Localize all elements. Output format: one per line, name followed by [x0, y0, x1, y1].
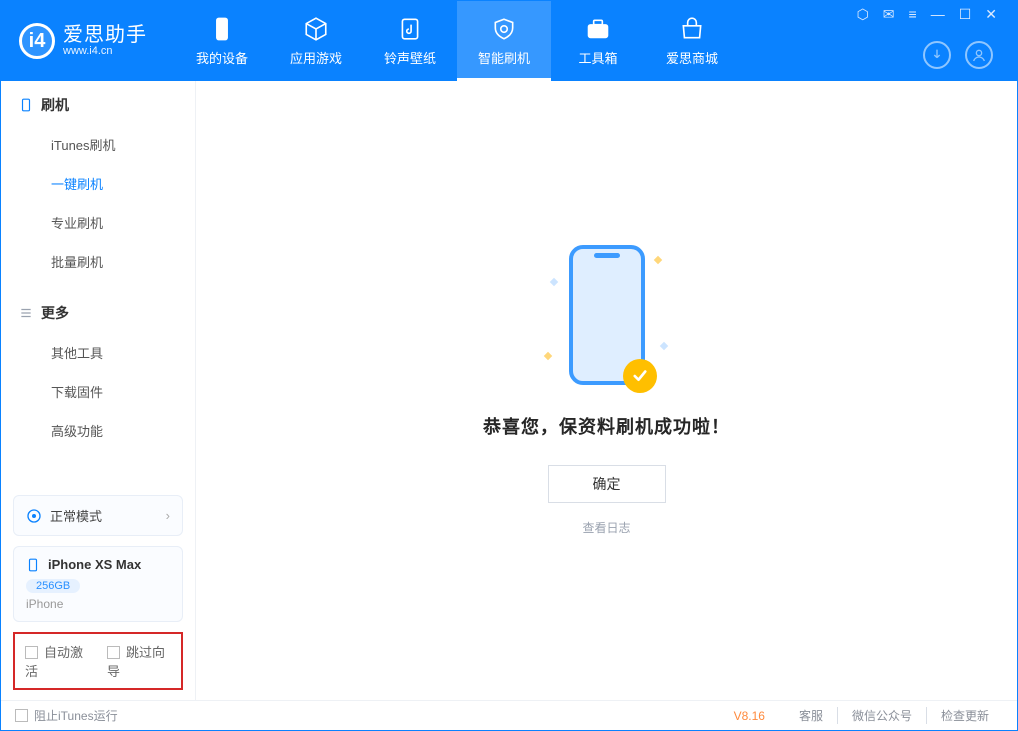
footer-link-update[interactable]: 检查更新 — [926, 707, 1003, 724]
phone-icon — [208, 15, 236, 43]
tab-label: 工具箱 — [578, 48, 617, 67]
cube-icon — [302, 15, 330, 43]
app-name: 爱思助手 — [63, 25, 147, 45]
menu-icon[interactable]: ≡ — [909, 7, 917, 21]
sidebar-item-oneclick-flash[interactable]: 一键刷机 — [1, 164, 195, 203]
device-type: iPhone — [26, 597, 170, 611]
device-card[interactable]: iPhone XS Max 256GB iPhone — [13, 546, 183, 622]
maximize-icon[interactable]: ☐ — [959, 7, 972, 21]
music-file-icon — [396, 15, 424, 43]
sidebar-item-batch-flash[interactable]: 批量刷机 — [1, 242, 195, 281]
checkbox-auto-activate[interactable]: 自动激活 — [25, 642, 89, 680]
app-url: www.i4.cn — [63, 45, 147, 57]
sidebar-group-flash: 刷机 — [1, 81, 195, 125]
footer-link-support[interactable]: 客服 — [785, 707, 837, 724]
mode-icon — [26, 508, 42, 524]
app-header: i4 爱思助手 www.i4.cn 我的设备 应用游戏 铃声壁纸 智能刷机 工具… — [1, 1, 1017, 81]
tab-store[interactable]: 爱思商城 — [645, 1, 739, 81]
version-label: V8.16 — [734, 709, 765, 723]
checkmark-icon — [623, 359, 657, 393]
tab-label: 智能刷机 — [478, 48, 530, 67]
sidebar-item-advanced[interactable]: 高级功能 — [1, 411, 195, 450]
view-log-link[interactable]: 查看日志 — [582, 519, 630, 536]
sidebar-item-pro-flash[interactable]: 专业刷机 — [1, 203, 195, 242]
tab-smart-flash[interactable]: 智能刷机 — [457, 1, 551, 81]
success-illustration — [547, 245, 667, 395]
phone-outline-icon — [19, 98, 33, 112]
mode-label: 正常模式 — [50, 506, 102, 525]
close-icon[interactable]: ✕ — [985, 7, 997, 21]
tab-apps-games[interactable]: 应用游戏 — [269, 1, 363, 81]
window-controls: ⬡ ✉ ≡ — ☐ ✕ — [857, 7, 1003, 21]
checkbox-skip-guide[interactable]: 跳过向导 — [107, 642, 171, 680]
tab-label: 应用游戏 — [290, 48, 342, 67]
sidebar-item-itunes-flash[interactable]: iTunes刷机 — [1, 125, 195, 164]
download-button[interactable] — [923, 41, 951, 69]
app-logo: i4 爱思助手 www.i4.cn — [19, 23, 147, 59]
sidebar: 刷机 iTunes刷机 一键刷机 专业刷机 批量刷机 更多 其他工具 下载固件 … — [1, 81, 196, 700]
store-icon — [678, 15, 706, 43]
device-storage-badge: 256GB — [26, 579, 80, 593]
status-bar: 阻止iTunes运行 V8.16 客服 微信公众号 检查更新 — [1, 700, 1017, 730]
feedback-icon[interactable]: ✉ — [883, 7, 895, 21]
toolbox-icon — [584, 15, 612, 43]
device-name: iPhone XS Max — [48, 557, 141, 572]
mode-card[interactable]: 正常模式 › — [13, 495, 183, 536]
list-icon — [19, 306, 33, 320]
shield-refresh-icon — [490, 15, 518, 43]
sidebar-group-more: 更多 — [1, 289, 195, 333]
main-content: 恭喜您，保资料刷机成功啦！ 确定 查看日志 — [196, 81, 1017, 700]
sidebar-item-other-tools[interactable]: 其他工具 — [1, 333, 195, 372]
sidebar-item-download-firmware[interactable]: 下载固件 — [1, 372, 195, 411]
checkbox-block-itunes[interactable]: 阻止iTunes运行 — [15, 707, 118, 724]
footer-link-wechat[interactable]: 微信公众号 — [837, 707, 926, 724]
minimize-icon[interactable]: — — [931, 7, 945, 21]
tab-label: 爱思商城 — [666, 48, 718, 67]
top-nav: 我的设备 应用游戏 铃声壁纸 智能刷机 工具箱 爱思商城 — [175, 1, 739, 81]
tab-toolbox[interactable]: 工具箱 — [551, 1, 645, 81]
user-button[interactable] — [965, 41, 993, 69]
ok-button[interactable]: 确定 — [548, 465, 666, 503]
device-icon — [26, 558, 40, 572]
success-message: 恭喜您，保资料刷机成功啦！ — [483, 413, 730, 439]
shirt-icon[interactable]: ⬡ — [857, 7, 869, 21]
options-highlight: 自动激活 跳过向导 — [13, 632, 183, 690]
logo-icon: i4 — [19, 23, 55, 59]
sidebar-group-title: 刷机 — [41, 95, 69, 115]
tab-label: 我的设备 — [196, 48, 248, 67]
tab-my-device[interactable]: 我的设备 — [175, 1, 269, 81]
sidebar-group-title: 更多 — [41, 303, 69, 323]
chevron-right-icon: › — [166, 508, 170, 523]
tab-ringtones-wallpapers[interactable]: 铃声壁纸 — [363, 1, 457, 81]
tab-label: 铃声壁纸 — [384, 48, 436, 67]
